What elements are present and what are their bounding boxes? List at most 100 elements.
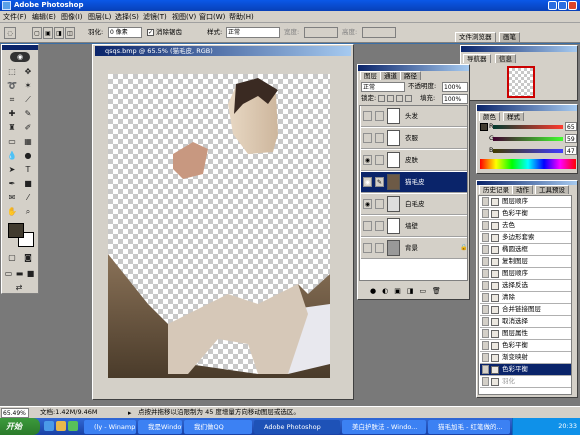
task-windows[interactable]: 我是Windows... — [138, 420, 182, 434]
antialias-checkbox[interactable]: ✓ — [147, 29, 154, 36]
imageready-icon[interactable]: ⇄ — [12, 281, 26, 294]
zoom-input[interactable]: 65.49% — [1, 408, 29, 418]
menu-image[interactable]: 图像(I) — [61, 12, 83, 22]
task-browser[interactable]: 美白护肤法 - Windo... — [342, 420, 426, 434]
clone-stamp-icon[interactable]: ♜ — [5, 121, 19, 134]
g-slider[interactable] — [493, 137, 563, 141]
lasso-icon[interactable]: ➰ — [5, 79, 19, 92]
close-button[interactable] — [568, 1, 577, 10]
type-icon[interactable]: T — [21, 163, 35, 176]
gradient-icon[interactable]: ▦ — [21, 135, 35, 148]
lock-transparency-checkbox[interactable] — [378, 95, 385, 102]
eye-icon[interactable]: ◉ — [363, 177, 372, 187]
subtract-selection-icon[interactable]: ◨ — [54, 27, 64, 39]
desktop-icon[interactable] — [56, 421, 66, 431]
menu-view[interactable]: 视图(V) — [172, 12, 196, 22]
hand-icon[interactable]: ✋ — [5, 205, 19, 218]
blur-icon[interactable]: 💧 — [5, 149, 19, 162]
tab-file-browser[interactable]: 文件浏览器 — [455, 32, 496, 42]
history-item[interactable]: 去色 — [480, 220, 571, 232]
slice-icon[interactable]: ⟋ — [21, 93, 35, 106]
layer-row-hair[interactable]: 头发 — [361, 106, 467, 127]
history-item[interactable]: 复制图层 — [480, 256, 571, 268]
lock-all-checkbox[interactable] — [405, 95, 412, 102]
new-selection-icon[interactable]: ▢ — [32, 27, 42, 39]
layer-row-skin[interactable]: ◉ 皮肤 — [361, 150, 467, 171]
tab-paths[interactable]: 路径 — [400, 71, 421, 80]
notes-icon[interactable]: ✉ — [5, 191, 19, 204]
history-item[interactable]: 色彩平衡 — [480, 340, 571, 352]
marquee-icon[interactable]: ⬚ — [5, 65, 19, 78]
color-ramp[interactable] — [480, 159, 576, 169]
history-item[interactable]: 多边形套索 — [480, 232, 571, 244]
image-canvas[interactable] — [108, 74, 330, 378]
r-slider[interactable] — [493, 125, 563, 129]
menu-filter[interactable]: 滤镜(T) — [143, 12, 167, 22]
eye-icon[interactable]: ◉ — [363, 155, 372, 165]
history-item[interactable]: 渐变映射 — [480, 352, 571, 364]
menu-window[interactable]: 窗口(W) — [199, 12, 225, 22]
width-input[interactable] — [304, 27, 338, 38]
intersect-selection-icon[interactable]: ◫ — [65, 27, 75, 39]
marquee-tool-icon[interactable]: ◌ — [4, 27, 16, 39]
start-button[interactable]: 开始 — [0, 418, 40, 435]
eyedropper-icon[interactable]: ⁄ — [21, 191, 35, 204]
task-browser-2[interactable]: 猫毛加毛 - 红笔做的... — [428, 420, 510, 434]
ie-icon[interactable] — [44, 421, 54, 431]
history-item[interactable]: 羽化 — [480, 376, 571, 388]
history-item[interactable]: 取消选择 — [480, 316, 571, 328]
lock-pixels-checkbox[interactable] — [387, 95, 394, 102]
menu-layer[interactable]: 图层(L) — [88, 12, 111, 22]
history-brush-icon[interactable]: ✐ — [21, 121, 35, 134]
tab-color[interactable]: 颜色 — [479, 112, 500, 121]
media-icon[interactable] — [68, 421, 78, 431]
brush-icon[interactable]: ✎ — [375, 177, 384, 187]
tab-history[interactable]: 历史记录 — [479, 185, 513, 194]
feather-input[interactable]: 0 像素 — [108, 27, 142, 38]
path-select-icon[interactable]: ➤ — [5, 163, 19, 176]
history-item[interactable]: 图层属性 — [480, 328, 571, 340]
tab-info[interactable]: 信息 — [495, 54, 516, 63]
menu-file[interactable]: 文件(F) — [3, 12, 27, 22]
add-selection-icon[interactable]: ▣ — [43, 27, 53, 39]
r-value[interactable]: 65 — [565, 122, 577, 131]
tab-styles[interactable]: 样式 — [503, 112, 524, 121]
menu-help[interactable]: 帮助(H) — [229, 12, 254, 22]
layer-row-clothes[interactable]: 衣服 — [361, 128, 467, 149]
layers-footer-icons[interactable]: ●◐▣◨▭🗑 — [370, 287, 447, 295]
tab-actions[interactable]: 动作 — [512, 185, 533, 194]
task-winamp[interactable]: (ly - Winamp *** 2. p... — [84, 420, 136, 434]
layer-row-white-fur[interactable]: ◉ 白毛皮 — [361, 194, 467, 215]
history-item[interactable]: 色彩平衡 — [480, 208, 571, 220]
shape-icon[interactable]: ■ — [21, 177, 35, 190]
style-select[interactable]: 正常 — [226, 27, 280, 38]
document-title[interactable]: qsqs.bmp @ 65.5% (猫毛皮, RGB) — [95, 46, 351, 56]
pen-icon[interactable]: ✒ — [5, 177, 19, 190]
fill-input[interactable]: 100% — [442, 94, 468, 104]
adobe-online-icon[interactable]: ◉ — [10, 52, 30, 62]
tab-tool-presets[interactable]: 工具预设 — [535, 185, 569, 194]
maximize-button[interactable] — [558, 1, 567, 10]
navigator-preview[interactable] — [507, 66, 535, 98]
layer-row-cat-fur[interactable]: ◉ ✎ 猫毛皮 — [361, 172, 467, 193]
opacity-input[interactable]: 100% — [442, 82, 468, 92]
color-swatch[interactable] — [480, 123, 488, 131]
tab-brushes[interactable]: 画笔 — [499, 32, 520, 42]
tab-navigator[interactable]: 导航器 — [463, 54, 491, 63]
foreground-color-swatch[interactable] — [8, 223, 24, 238]
task-qq[interactable]: 我们做QQ — [184, 420, 252, 434]
eye-icon[interactable]: ◉ — [363, 199, 372, 209]
layer-row-wall[interactable]: 墙壁 — [361, 216, 467, 237]
minimize-button[interactable] — [548, 1, 557, 10]
lock-position-checkbox[interactable] — [396, 95, 403, 102]
g-value[interactable]: 59 — [565, 134, 577, 143]
history-item[interactable]: 图层顺序 — [480, 268, 571, 280]
blend-mode-select[interactable]: 正常 — [361, 82, 405, 92]
menu-select[interactable]: 选择(S) — [115, 12, 139, 22]
history-item[interactable]: 清除 — [480, 292, 571, 304]
quickmask-mode-icon[interactable]: ◙ — [21, 251, 35, 264]
screen-mode-full-menu-icon[interactable]: ▬ — [14, 267, 25, 280]
screen-mode-standard-icon[interactable]: ▭ — [3, 267, 14, 280]
healing-brush-icon[interactable]: ✚ — [5, 107, 19, 120]
menu-edit[interactable]: 编辑(E) — [32, 12, 56, 22]
